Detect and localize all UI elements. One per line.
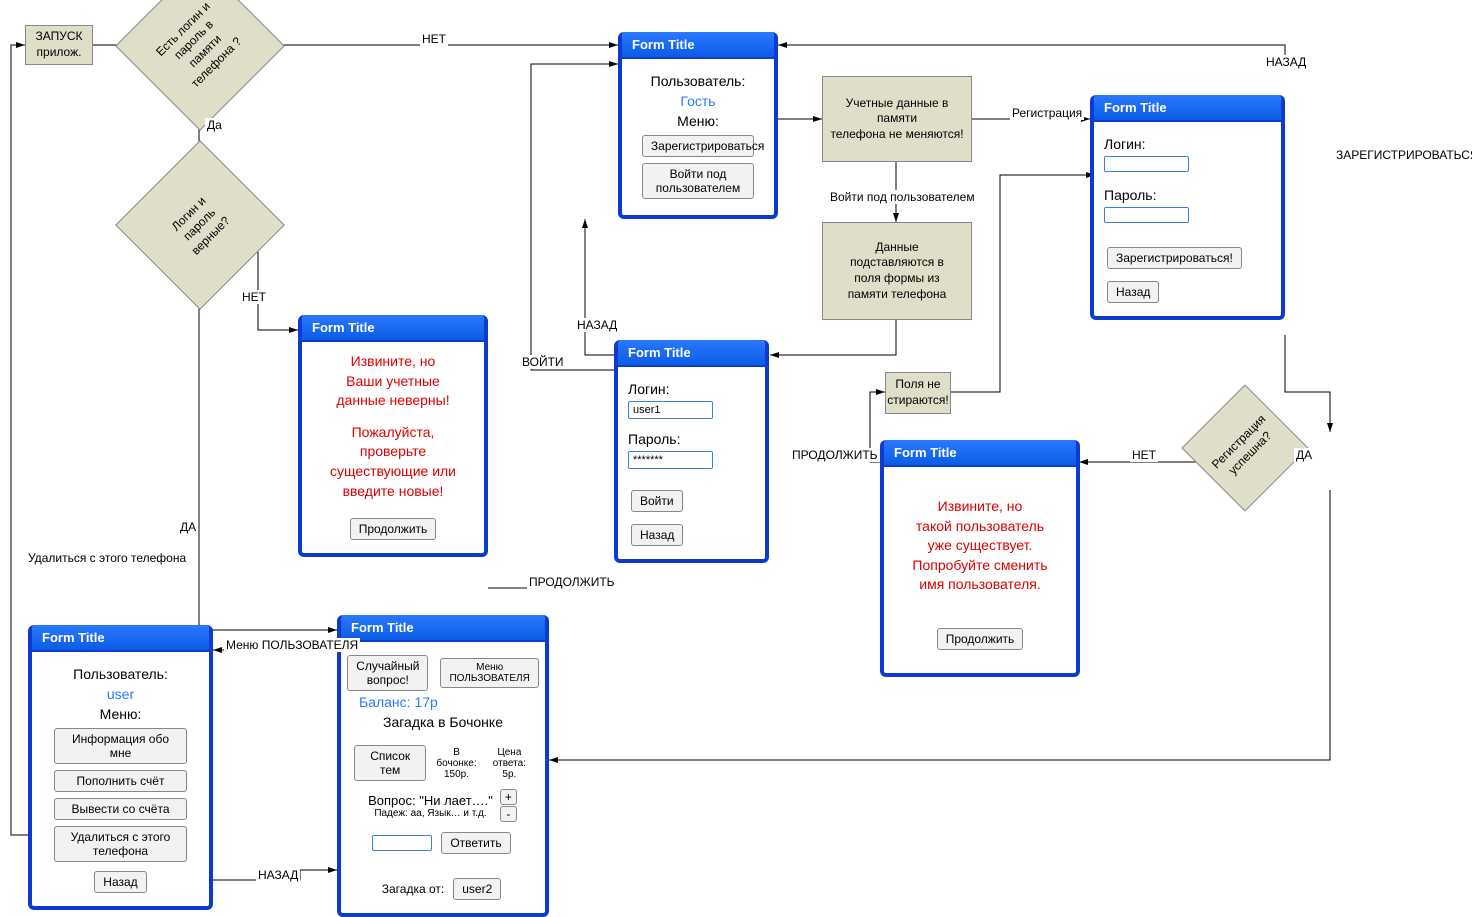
edge-d2-no: НЕТ bbox=[240, 290, 268, 304]
form-user-title: Form Title bbox=[32, 625, 209, 652]
game-riddle-from-user[interactable]: user2 bbox=[453, 878, 501, 900]
form-error-login-title: Form Title bbox=[302, 315, 484, 342]
user-user-value: user bbox=[42, 686, 199, 702]
game-price-label: Цена ответа: bbox=[484, 747, 535, 769]
guest-login-button[interactable]: Войти под пользователем bbox=[642, 163, 754, 199]
process-fields-not-erased: Поля не стираются! bbox=[885, 372, 951, 414]
nonerase-label: Поля не стираются! bbox=[887, 377, 948, 408]
reg-submit-button[interactable]: Зарегистрироваться! bbox=[1107, 247, 1242, 269]
process-fill-form: Данные подставляются в поля формы из пам… bbox=[822, 222, 972, 320]
edge-login-vojti: ВОЙТИ bbox=[520, 355, 566, 369]
login-login-label: Логин: bbox=[628, 381, 755, 397]
game-answer-button[interactable]: Ответить bbox=[441, 832, 510, 854]
error-login-msg1: Извините, но Ваши учетные данные неверны… bbox=[312, 352, 474, 411]
game-question: Вопрос: "Ни лает…." bbox=[368, 793, 493, 808]
game-user-menu-button[interactable]: Меню ПОЛЬЗОВАТЕЛЯ bbox=[440, 658, 538, 688]
reg-back-button[interactable]: Назад bbox=[1107, 281, 1159, 303]
start-label: ЗАПУСК прилож. bbox=[35, 29, 82, 60]
error-login-continue-button[interactable]: Продолжить bbox=[350, 518, 437, 540]
guest-register-button[interactable]: Зарегистрироваться bbox=[642, 135, 754, 157]
form-game: Form Title Случайный вопрос! Меню ПОЛЬЗО… bbox=[337, 615, 549, 917]
edge-login-as: Войти под пользователем bbox=[828, 190, 977, 204]
decision-has-credentials: Есть логин и пароль в памяти телефона ? bbox=[140, 0, 260, 106]
reg-password-input[interactable] bbox=[1104, 207, 1189, 223]
edge-errreg-continue: ПРОДОЛЖИТЬ bbox=[790, 448, 880, 462]
game-riddle-from-label: Загадка от: bbox=[382, 882, 444, 896]
form-register: Form Title Логин: Пароль: Зарегистрирова… bbox=[1090, 95, 1285, 320]
login-password-label: Пароль: bbox=[628, 431, 755, 447]
game-plus-button[interactable]: + bbox=[500, 789, 517, 805]
d1-label: Есть логин и пароль в памяти телефона ? bbox=[153, 0, 247, 93]
game-balance: Баланс: 17р bbox=[359, 694, 535, 710]
d2-label: Логин и пароль верные? bbox=[166, 191, 233, 258]
process-credentials-no-change: Учетные данные в памяти телефона не меня… bbox=[822, 76, 972, 162]
login-login-input[interactable]: user1 bbox=[628, 401, 713, 419]
login-password-input[interactable]: ******* bbox=[628, 451, 713, 469]
edge-user-back: НАЗАД bbox=[256, 868, 300, 882]
game-topics-button[interactable]: Список тем bbox=[354, 745, 426, 781]
nochange-label: Учетные данные в памяти телефона не меня… bbox=[829, 96, 965, 143]
reg-password-label: Пароль: bbox=[1104, 187, 1271, 203]
error-reg-msg: Извините, но такой пользователь уже суще… bbox=[894, 497, 1066, 595]
form-error-reg-title: Form Title bbox=[884, 440, 1076, 467]
game-barrel-value: 150р. bbox=[435, 769, 477, 780]
user-topup-button[interactable]: Пополнить счёт bbox=[54, 770, 187, 792]
guest-user-value: Гость bbox=[632, 93, 764, 109]
edge-delete-phone: Удалиться с этого телефона bbox=[26, 551, 188, 565]
guest-menu-label: Меню: bbox=[632, 113, 764, 129]
fill-label: Данные подставляются в поля формы из пам… bbox=[848, 240, 947, 302]
edge-user-menu: Меню ПОЛЬЗОВАТЕЛЯ bbox=[224, 638, 360, 652]
game-price-value: 5р. bbox=[484, 769, 535, 780]
error-login-msg2: Пожалуйста, проверьте существующие или в… bbox=[312, 423, 474, 501]
user-delete-button[interactable]: Удалиться с этого телефона bbox=[54, 826, 187, 862]
edge-d3-yes: ДА bbox=[1294, 448, 1314, 462]
form-login: Form Title Логин: user1 Пароль: ******* … bbox=[614, 340, 769, 563]
edge-d1-yes: Да bbox=[205, 118, 224, 132]
edge-reg: Регистрация bbox=[1010, 106, 1084, 120]
reg-login-input[interactable] bbox=[1104, 156, 1189, 172]
decision-credentials-valid: Логин и пароль верные? bbox=[140, 165, 260, 285]
error-reg-continue-button[interactable]: Продолжить bbox=[937, 628, 1024, 650]
game-heading: Загадка в Бочонке bbox=[351, 714, 535, 730]
form-error-login: Form Title Извините, но Ваши учетные дан… bbox=[298, 315, 488, 557]
start-node: ЗАПУСК прилож. bbox=[25, 25, 93, 65]
user-user-label: Пользователь: bbox=[42, 666, 199, 682]
edge-errlogin-continue: ПРОДОЛЖИТЬ bbox=[527, 575, 617, 589]
d3-label: Регистрация успешна? bbox=[1209, 412, 1281, 484]
form-user: Form Title Пользователь: user Меню: Инфо… bbox=[28, 625, 213, 910]
edge-d1-no: НЕТ bbox=[420, 32, 448, 46]
user-back-button[interactable]: Назад bbox=[94, 871, 146, 893]
form-login-title: Form Title bbox=[618, 340, 765, 367]
reg-login-label: Логин: bbox=[1104, 136, 1271, 152]
game-hint: Падеж: аа, Язык… и т.д. bbox=[368, 808, 493, 819]
edge-d3-no: НЕТ bbox=[1130, 448, 1158, 462]
form-game-title: Form Title bbox=[341, 615, 545, 642]
form-guest: Form Title Пользователь: Гость Меню: Зар… bbox=[618, 32, 778, 219]
edge-zareg: ЗАРЕГИСТРИРОВАТЬСЯ bbox=[1334, 148, 1472, 162]
edge-d2-yes: ДА bbox=[178, 520, 198, 534]
form-error-reg: Form Title Извините, но такой пользовате… bbox=[880, 440, 1080, 677]
game-random-button[interactable]: Случайный вопрос! bbox=[347, 655, 428, 691]
game-minus-button[interactable]: - bbox=[500, 806, 517, 822]
form-register-title: Form Title bbox=[1094, 95, 1281, 122]
login-submit-button[interactable]: Войти bbox=[631, 490, 683, 512]
form-guest-title: Form Title bbox=[622, 32, 774, 59]
user-menu-label: Меню: bbox=[42, 706, 199, 722]
edge-login-back: НАЗАД bbox=[575, 318, 619, 332]
guest-user-label: Пользователь: bbox=[632, 73, 764, 89]
user-info-button[interactable]: Информация обо мне bbox=[54, 728, 187, 764]
game-answer-input[interactable] bbox=[372, 835, 432, 851]
user-withdraw-button[interactable]: Вывести со счёта bbox=[54, 798, 187, 820]
game-barrel-label: В бочонке: bbox=[435, 747, 477, 769]
decision-registration-success: Регистрация успешна? bbox=[1200, 403, 1320, 523]
login-back-button[interactable]: Назад bbox=[631, 524, 683, 546]
edge-reg-back: НАЗАД bbox=[1264, 55, 1308, 69]
